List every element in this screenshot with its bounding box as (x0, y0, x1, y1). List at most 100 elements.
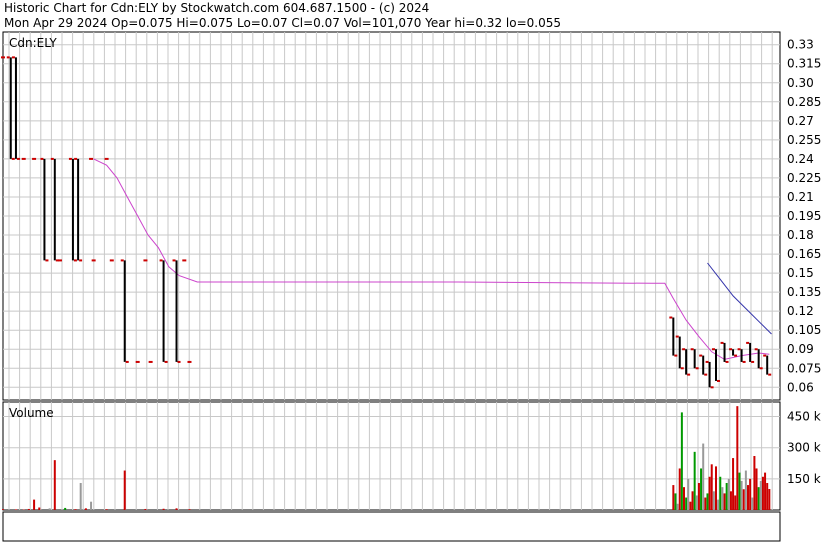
price-tick-label: 0.255 (787, 133, 821, 147)
price-bar-open-tick (705, 360, 709, 363)
price-tick-label: 0.225 (787, 171, 821, 185)
volume-tick-label: 300 k (787, 441, 821, 455)
volume-bar (744, 470, 747, 510)
price-flat-tick (187, 360, 192, 363)
volume-bar (674, 493, 677, 510)
volume-bar (175, 508, 178, 510)
price-tick-label: 0.12 (787, 304, 814, 318)
price-bar-open-tick (669, 316, 673, 319)
volume-bar (759, 480, 762, 510)
price-bar-close-tick (695, 367, 699, 370)
volume-bar (123, 470, 126, 510)
price-grid (2, 31, 781, 401)
volume-panel-frame (2, 401, 781, 511)
volume-bar (723, 493, 726, 510)
volume-bar (719, 476, 722, 510)
volume-bar (712, 491, 715, 510)
price-flat-tick (91, 259, 96, 262)
volume-bar (84, 508, 87, 510)
price-bar-open-tick (68, 157, 72, 160)
volume-bar (725, 483, 728, 510)
price-bar-close-tick (680, 367, 684, 370)
volume-bar (757, 487, 760, 510)
price-flat-tick (21, 157, 26, 160)
price-tick-label: 0.15 (787, 266, 814, 280)
price-bar-open-tick (682, 348, 686, 351)
price-flat-tick (89, 157, 94, 160)
price-flat-tick (148, 360, 153, 363)
stock-chart: 0.33 0.315 0.30 0.285 0.27 0.255 0.24 0.225 0.21… (1, 31, 821, 542)
volume-bar (766, 483, 769, 510)
volume-bar (33, 499, 36, 510)
volume-bar (27, 508, 30, 510)
volume-bar (689, 501, 692, 510)
volume-bar (706, 493, 709, 510)
volume-bar (53, 460, 56, 510)
price-tick-label: 0.27 (787, 114, 814, 128)
volume-bar (90, 501, 93, 510)
price-bar-open-tick (120, 259, 124, 262)
volume-bar (721, 487, 724, 510)
price-bar-close-tick (710, 386, 714, 389)
volume-bar (672, 485, 675, 510)
price-bar-close-tick (725, 360, 729, 363)
volume-bar (702, 443, 705, 510)
price-tick-label: 0.285 (787, 95, 821, 109)
price-tick-label: 0.105 (787, 323, 821, 337)
price-bar-close-tick (11, 157, 15, 160)
volume-bar (144, 508, 147, 510)
price-tick-label: 0.06 (787, 380, 814, 394)
volume-bar (734, 495, 737, 510)
price-bar-close-tick (768, 373, 772, 376)
volume-bar (683, 487, 685, 510)
price-tick-label: 0.315 (787, 57, 821, 71)
volume-bar (38, 507, 41, 510)
volume-bar (710, 464, 713, 510)
price-bar-open-tick (159, 259, 163, 262)
price-bar-open-tick (763, 354, 767, 357)
volume-bar (74, 509, 77, 510)
price-bar-close-tick (164, 360, 168, 363)
price-bar-open-tick (699, 354, 703, 357)
price-bar-open-tick (712, 348, 715, 351)
volume-bar (105, 509, 108, 510)
volume-bar (755, 468, 758, 510)
volume-bar (751, 497, 754, 510)
volume-bar (680, 412, 683, 510)
price-tick-label: 0.18 (787, 228, 814, 242)
price-flat-tick (143, 259, 148, 262)
price-bar-close-tick (45, 259, 49, 262)
volume-bar (761, 476, 764, 510)
volume-bar (740, 480, 743, 510)
volume-bar (715, 466, 717, 510)
price-bar-close-tick (73, 259, 77, 262)
volume-bar (700, 468, 703, 510)
volume-bar (738, 472, 741, 510)
price-bar-open-tick (50, 157, 54, 160)
price-tick-label: 0.195 (787, 209, 821, 223)
volume-y-ticks: 450 k 300 k 150 k (787, 410, 821, 486)
price-flat-tick (57, 259, 62, 262)
price-y-ticks: 0.33 0.315 0.30 0.285 0.27 0.255 0.24 0.225 0.21… (787, 38, 821, 395)
price-tick-label: 0.30 (787, 76, 814, 90)
volume-bar (742, 489, 745, 510)
volume-bar (697, 483, 700, 510)
year-axis-frame (2, 511, 781, 542)
volume-bar (704, 497, 707, 510)
price-bar-close-tick (125, 360, 129, 363)
price-tick-label: 0.165 (787, 247, 821, 261)
price-panel-title: Cdn:ELY (9, 36, 57, 50)
volume-bar (188, 509, 191, 510)
volume-bar (768, 489, 771, 510)
price-tick-label: 0.09 (787, 342, 814, 356)
volume-bar (764, 472, 767, 510)
price-tick-label: 0.075 (787, 361, 821, 375)
price-bar-open-tick (6, 56, 10, 59)
price-bar-close-tick (704, 373, 708, 376)
price-bar-close-tick (177, 360, 181, 363)
volume-bar (749, 478, 752, 510)
volume-panel-title: Volume (9, 406, 54, 420)
volume-bar (708, 476, 711, 510)
price-flat-tick (1, 56, 5, 59)
price-bar-open-tick (754, 348, 758, 351)
